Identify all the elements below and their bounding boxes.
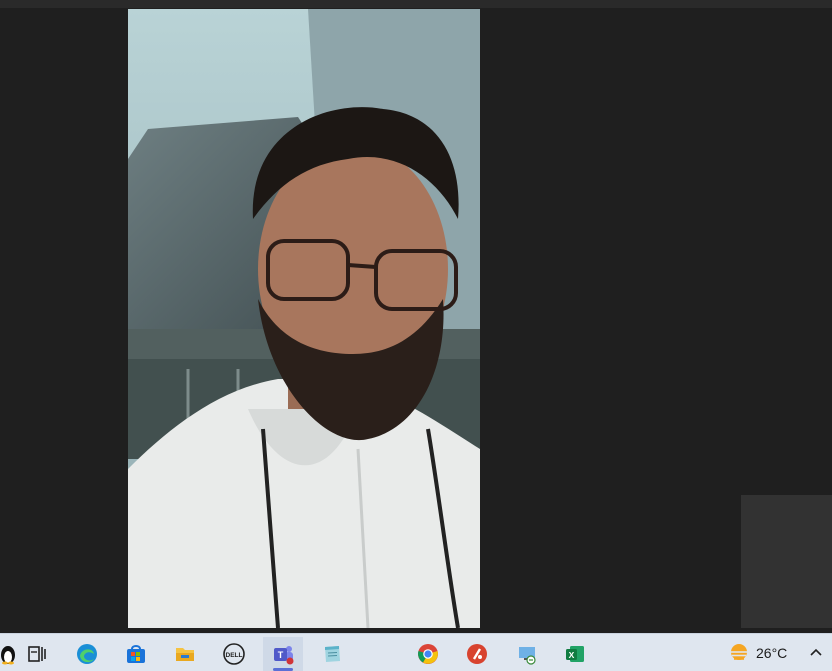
weather-widget[interactable]: 26°C [728,639,787,667]
video-call-stage [0,8,832,633]
svg-text:X: X [569,650,575,660]
svg-text:DELL: DELL [226,652,243,659]
notepad-icon [325,646,340,662]
window-top-bar [0,0,832,8]
microsoft-store-button[interactable] [116,637,156,671]
teams-button[interactable]: T [263,637,303,671]
self-view-tile[interactable] [741,495,832,628]
file-explorer-button[interactable] [165,637,205,671]
chrome-icon [418,644,438,664]
weather-temperature: 26°C [756,645,788,661]
remote-desktop-icon [519,647,536,665]
file-explorer-icon [176,648,194,661]
participant-video-frame [128,9,480,628]
sun-haze-icon [731,644,747,660]
participant-video[interactable] [128,9,480,628]
notepad-button[interactable] [312,637,352,671]
edge-button[interactable] [67,637,107,671]
teams-icon: T [274,646,294,665]
remote-desktop-button[interactable] [507,637,547,671]
chevron-up-icon [810,648,822,656]
app-red-icon [467,644,487,664]
dell-icon: DELL [223,643,245,665]
task-view-button[interactable] [17,637,57,671]
edge-icon [77,644,97,664]
svg-text:T: T [278,650,284,660]
task-view-icon [28,646,46,662]
app-red-button[interactable] [457,637,497,671]
dell-button[interactable]: DELL [214,637,254,671]
microsoft-store-icon [127,645,145,663]
excel-icon: X [566,646,584,662]
show-hidden-icons-button[interactable] [806,643,826,663]
windows-taskbar: DELL T X 26°C [0,633,832,671]
chrome-button[interactable] [408,637,448,671]
excel-button[interactable]: X [555,637,595,671]
